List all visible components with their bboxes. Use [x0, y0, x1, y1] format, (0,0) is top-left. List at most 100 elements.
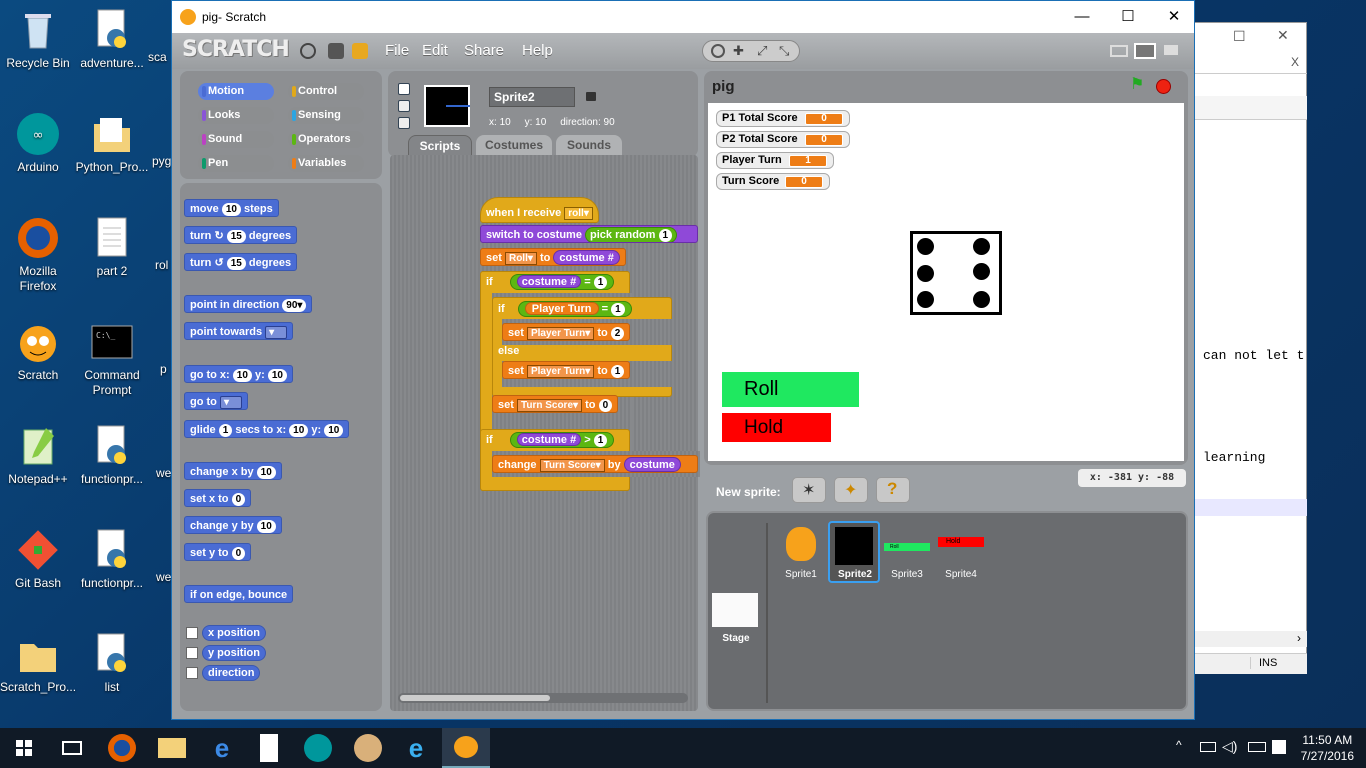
block-input[interactable]: 1 [611, 302, 625, 316]
desktop-icon-arduino[interactable]: ∞ Arduino [0, 112, 76, 175]
wrench-icon[interactable]: ✚ [733, 43, 744, 59]
checkbox-direction[interactable] [186, 667, 198, 679]
block-input[interactable]: 2 [610, 326, 625, 340]
category-looks[interactable]: Looks [198, 107, 274, 124]
reporter-costume-number[interactable]: costume # [553, 250, 620, 265]
firefox-taskbar-icon[interactable] [108, 734, 136, 762]
block-pick-random[interactable]: pick random 1 [585, 227, 678, 242]
block-input[interactable]: 10 [256, 519, 276, 533]
block-dropdown[interactable]: Player Turn▾ [526, 364, 595, 378]
category-control[interactable]: Control [288, 83, 364, 100]
block-input[interactable]: 0 [231, 546, 246, 560]
block-when-i-receive[interactable]: when I receive roll▾ [480, 197, 599, 223]
person-icon[interactable] [711, 44, 725, 58]
block-input[interactable]: 10 [232, 368, 252, 382]
category-sound[interactable]: Sound [198, 131, 274, 148]
scratch-taskbar-button[interactable] [442, 728, 490, 768]
save-icon[interactable] [328, 43, 344, 59]
block-dropdown[interactable]: Player Turn▾ [526, 326, 595, 340]
chevron-right-icon[interactable]: › [1297, 631, 1301, 645]
block-input[interactable]: 1 [593, 433, 608, 447]
block-input[interactable]: 0 [231, 492, 246, 506]
stage-canvas[interactable]: P1 Total Score 0 P2 Total Score 0 Player T… [708, 103, 1184, 461]
sprite-tile-sprite1[interactable]: Sprite1 [774, 521, 828, 581]
block-glide[interactable]: glide 1 secs to x: 10 y: 10 [184, 420, 350, 438]
maximize-button[interactable]: ☐ [1105, 1, 1151, 31]
scratch-window[interactable]: pig- Scratch — ☐ ✕ SCRATCH File Edit Sha… [171, 0, 1195, 720]
block-input[interactable]: 1 [658, 228, 673, 242]
background-window[interactable]: ☐ ✕ X can not let t learning › INS [1194, 22, 1307, 674]
no-rotate-icon[interactable] [398, 117, 410, 129]
block-input[interactable]: 10 [267, 368, 287, 382]
arduino-taskbar-icon[interactable] [304, 734, 332, 762]
block-change-turn-score[interactable]: change Turn Score▾ by costume [492, 455, 698, 473]
desktop-icon-recycle-bin[interactable]: Recycle Bin [0, 8, 76, 71]
keyboard-icon[interactable] [1248, 742, 1266, 752]
action-center-icon[interactable] [1272, 740, 1286, 754]
block-input[interactable]: 10 [289, 423, 309, 437]
desktop-icon-firefox[interactable]: Mozilla Firefox [0, 216, 76, 294]
block-input[interactable]: 15 [226, 256, 246, 270]
start-button[interactable] [0, 728, 48, 768]
block-bounce[interactable]: if on edge, bounce [184, 585, 294, 603]
grow-icon[interactable]: ⤢ [757, 43, 767, 59]
block-turn-left[interactable]: turn ↺ 15 degrees [184, 253, 298, 271]
block-equals-operator[interactable]: Player Turn = 1 [517, 301, 632, 317]
monitor-p1-total-score[interactable]: P1 Total Score 0 [716, 110, 850, 127]
category-pen[interactable]: Pen [198, 155, 274, 172]
volume-icon[interactable]: ◁) [1222, 738, 1237, 755]
normal-stage-icon[interactable] [1134, 43, 1156, 59]
window-titlebar[interactable]: pig- Scratch — ☐ ✕ [172, 1, 1194, 33]
paint-taskbar-icon[interactable] [354, 734, 382, 762]
checkbox-x-position[interactable] [186, 627, 198, 639]
clock[interactable]: 11:50 AM 7/27/2016 [1301, 732, 1354, 764]
rotate-style-icon[interactable] [398, 83, 410, 95]
desktop-icon-partial[interactable]: we [156, 466, 172, 481]
tab-scripts[interactable]: Scripts [408, 135, 472, 155]
category-motion[interactable]: Motion [198, 83, 274, 100]
block-input[interactable]: 90▾ [282, 298, 307, 312]
block-move-steps[interactable]: move 10 steps [184, 199, 279, 217]
desktop-icon-functionpr2[interactable]: functionpr... [74, 528, 150, 591]
block-input[interactable]: 15 [226, 229, 246, 243]
sprite-tile-sprite3[interactable]: Roll Sprite3 [880, 521, 934, 581]
block-dropdown[interactable]: Turn Score▾ [516, 398, 583, 412]
block-input[interactable]: 1 [593, 275, 608, 289]
tab-sounds[interactable]: Sounds [556, 135, 622, 155]
green-flag-icon[interactable]: ⚑ [1130, 77, 1146, 93]
ie-taskbar-icon[interactable]: e [402, 734, 430, 762]
desktop-icon-cmd[interactable]: C:\_ Command Prompt [74, 320, 150, 398]
reporter-costume-number[interactable]: costume # [516, 275, 582, 288]
close-icon[interactable]: ✕ [1277, 27, 1289, 44]
reporter-costume-number[interactable]: costume [623, 457, 681, 472]
block-set-roll[interactable]: set Roll▾ to costume # [480, 248, 626, 266]
reporter-player-turn[interactable]: Player Turn [524, 302, 599, 315]
horizontal-scrollbar[interactable]: › [1195, 631, 1307, 647]
flip-style-icon[interactable] [398, 100, 410, 112]
reporter-costume-number[interactable]: costume # [516, 433, 582, 446]
block-goto[interactable]: go to ▾ [184, 392, 248, 410]
block-input[interactable]: 0 [598, 398, 613, 412]
roll-button-sprite[interactable]: Roll [722, 372, 859, 407]
block-dropdown[interactable]: ▾ [265, 325, 288, 339]
block-input[interactable]: 10 [256, 465, 276, 479]
menu-help[interactable]: Help [522, 42, 553, 59]
block-greater-operator[interactable]: costume # > 1 [509, 432, 615, 448]
menu-share[interactable]: Share [464, 42, 504, 59]
desktop-icon-functionpr1[interactable]: functionpr... [74, 424, 150, 487]
file-explorer-icon[interactable] [158, 738, 186, 758]
block-equals-operator[interactable]: costume # = 1 [509, 274, 615, 290]
monitor-player-turn[interactable]: Player Turn 1 [716, 152, 834, 169]
desktop-icon-list[interactable]: list [74, 632, 150, 695]
block-set-player-turn-2[interactable]: set Player Turn▾ to 2 [502, 323, 631, 341]
choose-sprite-file-button[interactable]: ✦ [834, 477, 868, 503]
sprite-tile-sprite2[interactable]: Sprite2 [828, 521, 880, 583]
shrink-icon[interactable]: ⤡ [779, 43, 789, 59]
maximize-icon[interactable]: ☐ [1233, 28, 1246, 45]
desktop-icon-python-pro[interactable]: Python_Pro... [74, 112, 150, 175]
block-set-y[interactable]: set y to 0 [184, 543, 252, 561]
block-dropdown[interactable]: Roll▾ [504, 251, 537, 265]
minimize-button[interactable]: — [1059, 1, 1105, 31]
block-dropdown[interactable]: ▾ [219, 395, 242, 409]
sprite-name-field[interactable]: Sprite2 [489, 87, 575, 107]
